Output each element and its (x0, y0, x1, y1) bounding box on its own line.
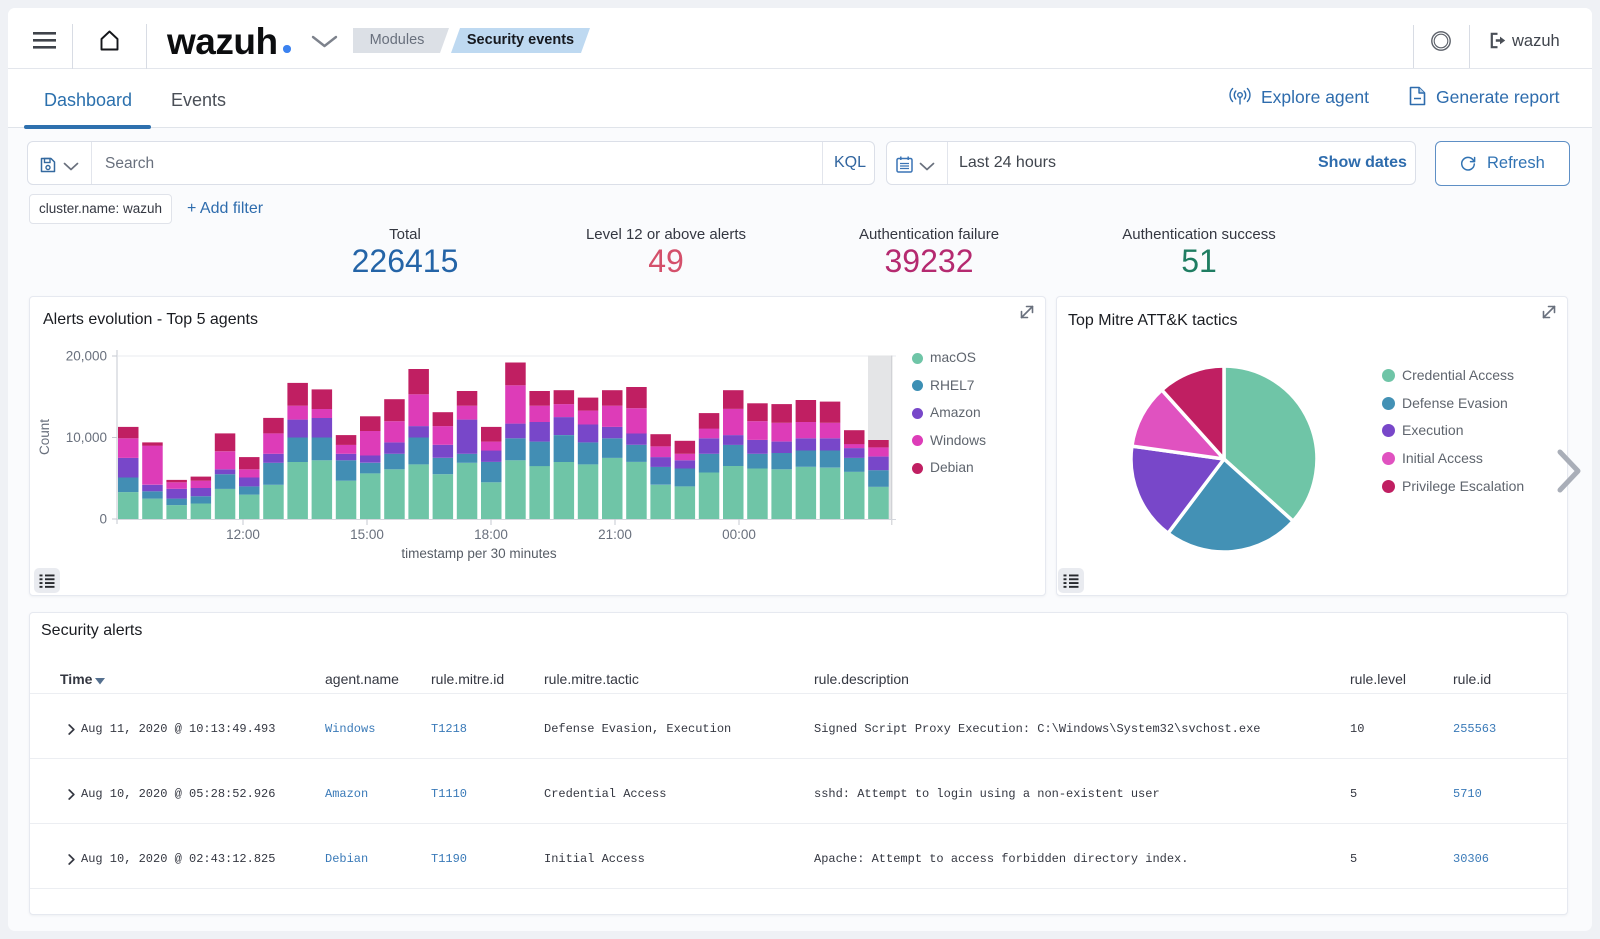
svg-text:18:00: 18:00 (474, 527, 508, 542)
svg-text:15:00: 15:00 (350, 527, 384, 542)
svg-text:10,000: 10,000 (66, 430, 107, 445)
svg-text:Count: Count (37, 419, 52, 455)
svg-text:0: 0 (99, 512, 107, 527)
svg-text:12:00: 12:00 (226, 527, 260, 542)
svg-text:00:00: 00:00 (722, 527, 756, 542)
svg-text:21:00: 21:00 (598, 527, 632, 542)
svg-text:timestamp per 30 minutes: timestamp per 30 minutes (401, 546, 557, 561)
svg-text:20,000: 20,000 (66, 349, 107, 364)
